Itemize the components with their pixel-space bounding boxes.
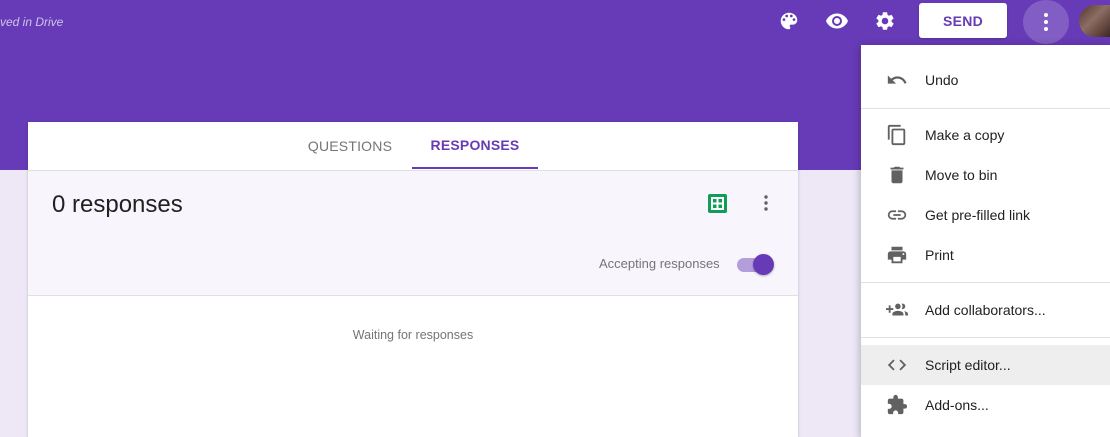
eye-icon[interactable] [824,8,850,34]
responses-more-icon[interactable] [758,192,774,214]
undo-icon [885,68,909,92]
menu-divider [861,337,1110,338]
saved-status: ved in Drive [0,15,64,29]
menu-divider [861,282,1110,283]
menu-item-prefilled-link[interactable]: Get pre-filled link [861,195,1110,235]
more-vert-icon[interactable] [1023,0,1069,44]
trash-icon [885,163,909,187]
menu-item-label: Add-ons... [925,397,989,413]
responses-card: QUESTIONS RESPONSES 0 responses Acceptin… [28,122,798,437]
sheets-icon[interactable] [708,194,727,213]
add-people-icon [885,298,909,322]
menu-divider [861,108,1110,109]
waiting-message: Waiting for responses [352,328,474,342]
accepting-responses-toggle[interactable] [737,254,774,276]
menu-item-label: Move to bin [925,167,998,183]
menu-item-label: Print [925,247,954,263]
send-button[interactable]: SEND [919,3,1007,38]
gear-icon[interactable] [872,8,898,34]
menu-item-label: Make a copy [925,127,1005,143]
more-menu: Undo Make a copy Move to bin Get pre-fil… [861,45,1110,437]
copy-icon [885,123,909,147]
print-icon [885,243,909,267]
tab-questions[interactable]: QUESTIONS [290,122,410,169]
menu-item-move-to-bin[interactable]: Move to bin [861,155,1110,195]
palette-icon[interactable] [776,8,802,34]
toggle-knob [753,254,774,275]
responses-summary: 0 responses Accepting responses [28,171,798,296]
menu-item-label: Add collaborators... [925,302,1046,318]
tab-bar: QUESTIONS RESPONSES [28,122,798,171]
puzzle-icon [885,393,909,417]
menu-item-script-editor[interactable]: Script editor... [861,345,1110,385]
avatar[interactable] [1079,5,1110,37]
menu-item-add-ons[interactable]: Add-ons... [861,385,1110,425]
menu-item-make-copy[interactable]: Make a copy [861,115,1110,155]
response-count: 0 responses [52,191,183,218]
link-icon [885,203,909,227]
menu-item-label: Undo [925,72,959,88]
menu-item-add-collaborators[interactable]: Add collaborators... [861,290,1110,330]
menu-item-print[interactable]: Print [861,235,1110,275]
menu-item-undo[interactable]: Undo [861,60,1110,100]
menu-item-label: Get pre-filled link [925,207,1031,223]
menu-item-label: Script editor... [925,357,1011,373]
code-icon [885,353,909,377]
tab-responses[interactable]: RESPONSES [412,122,538,169]
accepting-responses-label: Accepting responses [599,256,720,271]
